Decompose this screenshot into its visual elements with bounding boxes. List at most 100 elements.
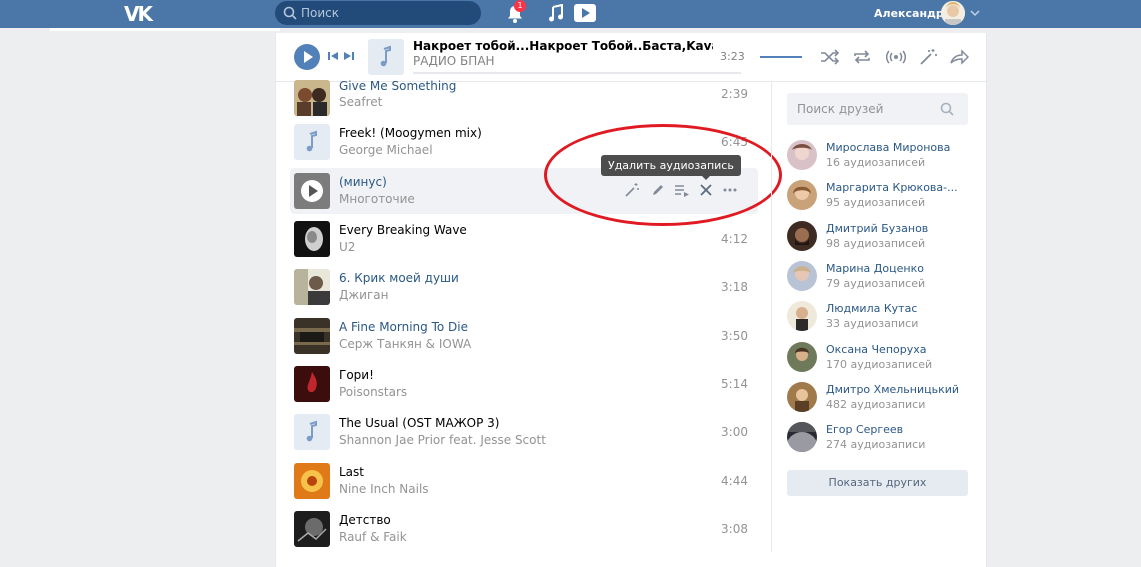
friend-item[interactable]: Марина Доценко 79 аудиозаписей <box>787 259 977 295</box>
track-row[interactable]: Every Breaking Wave U2 4:12 <box>290 216 758 262</box>
track-title[interactable]: 6. Крик моей души <box>339 271 459 285</box>
vk-logo[interactable]: VK <box>124 2 160 26</box>
track-play-button[interactable] <box>294 173 330 209</box>
repeat-icon[interactable] <box>852 48 872 66</box>
music-icon[interactable] <box>548 4 564 22</box>
play-button[interactable] <box>294 44 320 70</box>
play-icon <box>304 51 313 63</box>
track-row[interactable]: The Usual (OST МАЖОР 3) Shannon Jae Prio… <box>290 409 758 455</box>
track-cover <box>294 221 330 257</box>
play-icon <box>301 180 323 202</box>
track-artist[interactable]: Rauf & Faik <box>339 530 407 544</box>
track-row[interactable]: Детство Rauf & Faik 3:08 <box>290 506 758 552</box>
track-title[interactable]: The Usual (OST МАЖОР 3) <box>339 416 499 430</box>
friend-item[interactable]: Егор Сергеев 274 аудиозаписи <box>787 420 977 456</box>
track-row[interactable]: Last Nine Inch Nails 4:44 <box>290 458 758 504</box>
friend-name[interactable]: Дмитрий Бузанов <box>826 222 961 235</box>
previous-track-icon[interactable] <box>328 51 338 61</box>
shuffle-icon[interactable] <box>820 48 840 66</box>
more-icon[interactable] <box>722 182 738 198</box>
track-duration: 3:18 <box>721 280 748 294</box>
track-artist[interactable]: U2 <box>339 240 355 254</box>
friend-avatar[interactable] <box>787 382 817 412</box>
friend-item[interactable]: Людмила Кутас 33 аудиозаписи <box>787 299 977 335</box>
friend-avatar[interactable] <box>787 140 817 170</box>
username[interactable]: Александр <box>874 7 944 20</box>
track-title[interactable]: (минус) <box>339 175 387 189</box>
friend-item[interactable]: Оксана Чепоруха 170 аудиозаписей <box>787 340 977 376</box>
friend-item[interactable]: Мирослава Миронова 16 аудиозаписей <box>787 138 977 174</box>
delete-icon[interactable] <box>698 182 714 198</box>
track-title[interactable]: Give Me Something <box>339 79 456 93</box>
friend-item[interactable]: Маргарита Крюкова-... 95 аудиозаписей <box>787 178 977 214</box>
search-input[interactable]: Поиск <box>275 1 481 25</box>
track-title[interactable]: Детство <box>339 513 391 527</box>
friend-avatar[interactable] <box>787 180 817 210</box>
add-to-queue-icon[interactable] <box>674 182 690 198</box>
audio-page: Накроет тобой...Накроет Тобой..Баста,Kav… <box>275 33 988 567</box>
search-placeholder: Поиск <box>301 6 340 20</box>
friend-avatar[interactable] <box>787 221 817 251</box>
magic-wand-icon[interactable] <box>624 182 640 198</box>
friend-avatar[interactable] <box>787 301 817 331</box>
friend-name[interactable]: Людмила Кутас <box>826 302 961 315</box>
search-icon <box>283 6 297 20</box>
friend-item[interactable]: Дмитро Хмельницький 482 аудиозаписи <box>787 380 977 416</box>
friend-name[interactable]: Маргарита Крюкова-... <box>826 181 961 194</box>
friend-audio-count[interactable]: 79 аудиозаписей <box>826 277 925 290</box>
friend-name[interactable]: Марина Доценко <box>826 262 961 275</box>
track-artist[interactable]: Seafret <box>339 95 382 109</box>
track-duration: 4:44 <box>721 474 748 488</box>
friend-audio-count[interactable]: 33 аудиозаписи <box>826 317 918 330</box>
track-title[interactable]: Гори! <box>339 368 374 382</box>
current-track-time: 3:23 <box>720 50 745 63</box>
edit-icon[interactable] <box>650 182 666 198</box>
magic-wand-icon[interactable] <box>918 48 938 66</box>
next-track-icon[interactable] <box>344 51 354 61</box>
volume-slider[interactable] <box>760 56 802 58</box>
friend-item[interactable]: Дмитрий Бузанов 98 аудиозаписей <box>787 219 977 255</box>
music-note-icon <box>306 130 317 152</box>
track-row[interactable]: A Fine Morning To Die Серж Танкян & IOWA… <box>290 313 758 359</box>
track-artist[interactable]: Джиган <box>339 288 389 302</box>
track-artist[interactable]: Shannon Jae Prior feat. Jesse Scott <box>339 433 546 447</box>
friend-name[interactable]: Егор Сергеев <box>826 423 961 436</box>
avatar[interactable] <box>941 1 965 25</box>
friend-avatar[interactable] <box>787 422 817 452</box>
share-icon[interactable] <box>949 48 969 66</box>
track-artist[interactable]: Многоточие <box>339 192 415 206</box>
friend-audio-count[interactable]: 170 аудиозаписей <box>826 358 932 371</box>
track-artist[interactable]: George Michael <box>339 143 433 157</box>
track-artist[interactable]: Nine Inch Nails <box>339 482 429 496</box>
track-duration: 6:45 <box>721 135 748 149</box>
friend-audio-count[interactable]: 482 аудиозаписи <box>826 398 925 411</box>
track-cover <box>294 366 330 402</box>
track-artist[interactable]: Poisonstars <box>339 385 407 399</box>
chevron-down-icon[interactable] <box>970 8 980 18</box>
track-title[interactable]: Last <box>339 465 364 479</box>
track-row[interactable]: Гори! Poisonstars 5:14 <box>290 361 758 407</box>
friend-search-input[interactable]: Поиск друзей <box>787 93 968 125</box>
friend-name[interactable]: Мирослава Миронова <box>826 141 961 154</box>
track-row[interactable]: 6. Крик моей души Джиган 3:18 <box>290 264 758 310</box>
video-icon[interactable] <box>574 4 596 22</box>
friend-audio-count[interactable]: 98 аудиозаписей <box>826 237 925 250</box>
track-title[interactable]: Every Breaking Wave <box>339 223 467 237</box>
current-track-artist[interactable]: РАДИО БПАН <box>413 54 495 68</box>
friend-avatar[interactable] <box>787 342 817 372</box>
progress-bar[interactable] <box>413 72 741 74</box>
broadcast-icon[interactable] <box>886 48 906 66</box>
show-more-friends-button[interactable]: Показать других <box>787 470 968 496</box>
track-title[interactable]: A Fine Morning To Die <box>339 320 468 334</box>
friend-name[interactable]: Дмитро Хмельницький <box>826 383 961 396</box>
track-duration: 5:14 <box>721 377 748 391</box>
top-bar: VK Поиск 1 Александр <box>0 0 1141 31</box>
friend-audio-count[interactable]: 95 аудиозаписей <box>826 196 925 209</box>
friend-audio-count[interactable]: 274 аудиозаписи <box>826 438 925 451</box>
track-artist[interactable]: Серж Танкян & IOWA <box>339 337 471 351</box>
friend-audio-count[interactable]: 16 аудиозаписей <box>826 156 925 169</box>
friend-avatar[interactable] <box>787 261 817 291</box>
friend-name[interactable]: Оксана Чепоруха <box>826 343 961 356</box>
current-track-title[interactable]: Накроет тобой...Накроет Тобой..Баста,Kav… <box>413 39 713 53</box>
track-title[interactable]: Freek! (Moogymen mix) <box>339 126 482 140</box>
